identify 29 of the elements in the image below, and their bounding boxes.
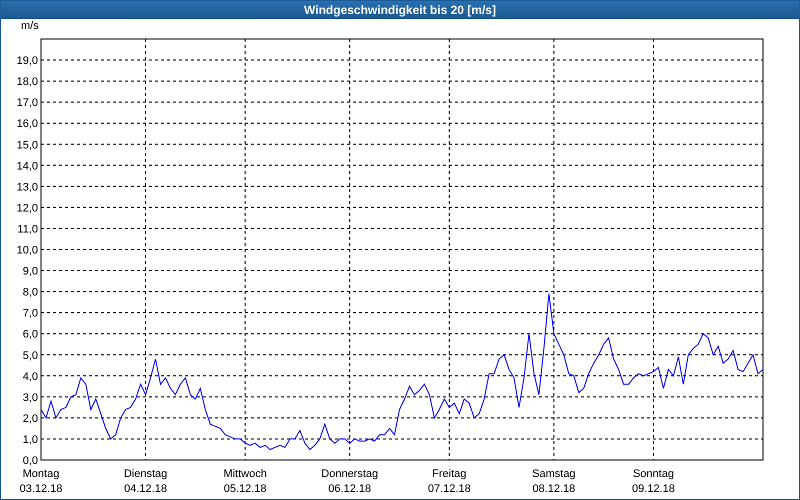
axis-label: 8,0	[22, 286, 38, 299]
axis-label: 17,0	[16, 97, 38, 110]
axis-label: 3,0	[22, 392, 38, 404]
axis-label: Samstag 08.12.18	[531, 467, 577, 497]
axis-label: 16,0	[16, 118, 38, 130]
axis-label: 5,0	[22, 350, 38, 362]
unit-label: m/s	[21, 20, 39, 32]
axis-label: 9,0	[22, 266, 38, 278]
axis-label: 10,0	[16, 244, 38, 256]
axis-label: Dienstag 04.12.18	[122, 467, 168, 497]
axis-label: 6,0	[22, 328, 38, 341]
axis-label: 12,0	[16, 202, 38, 214]
axis-label: 4,0	[22, 370, 38, 383]
axis-label: 2,0	[22, 412, 38, 425]
axis-label: Freitag 07.12.18	[426, 467, 472, 497]
axis-label: 0,0	[22, 455, 38, 467]
axis-label: 11,0	[17, 223, 38, 236]
axis-label: 18,0	[16, 76, 38, 88]
axis-label: Donnerstag 06.12.18	[320, 467, 380, 497]
axis-label: Montag 03.12.18	[18, 467, 64, 497]
axis-label: Sonntag 09.12.18	[631, 467, 676, 497]
axis-label: Mittwoch 05.12.18	[222, 467, 268, 497]
axis-label: 15,0	[16, 139, 38, 152]
axis-label: 13,0	[16, 181, 38, 194]
axis-label: 19,0	[16, 55, 38, 68]
axis-label: 1,0	[22, 434, 38, 446]
window-title: Windgeschwindigkeit bis 20 [m/s]	[1, 1, 799, 19]
axis-label: 14,0	[16, 160, 38, 172]
axis-label: 7,0	[22, 308, 38, 320]
